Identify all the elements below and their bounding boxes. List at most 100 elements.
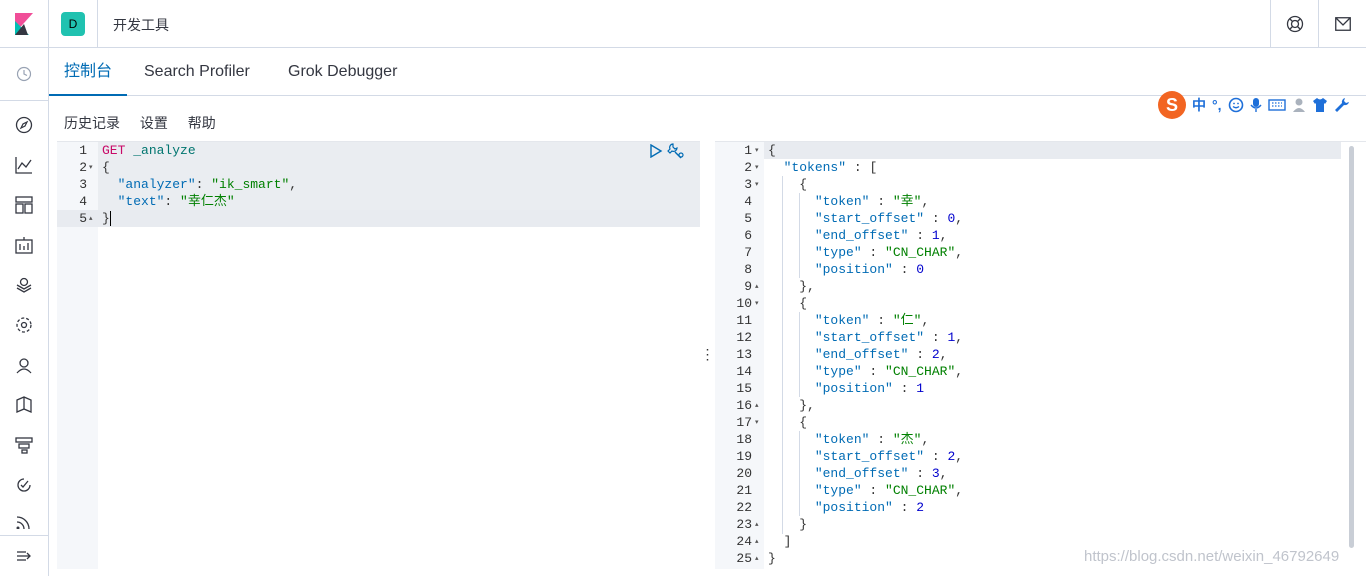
line-number: 2 <box>744 160 752 175</box>
ime-logo[interactable]: S <box>1158 91 1186 119</box>
response-line: ] <box>768 534 792 549</box>
send-request-button[interactable] <box>649 143 663 163</box>
tab-grok-debugger[interactable]: Grok Debugger <box>273 48 412 96</box>
discover-compass-icon[interactable] <box>14 115 34 135</box>
request-line-3: "analyzer": "ik_smart", <box>117 177 298 192</box>
line-number: 2 <box>79 160 87 175</box>
pane-resizer[interactable]: ⋮ <box>700 141 715 568</box>
apm-icon[interactable] <box>14 435 34 455</box>
request-actions-button[interactable] <box>667 143 685 164</box>
fold-toggle-open-icon[interactable]: ▾ <box>755 295 759 312</box>
fold-toggle-open-icon[interactable]: ▾ <box>755 176 759 193</box>
response-line: "end_offset" : 3, <box>814 466 948 481</box>
line-number: 15 <box>736 381 752 396</box>
line-number: 3 <box>79 177 87 192</box>
kibana-logo[interactable] <box>0 0 49 48</box>
smiley-icon[interactable] <box>1228 97 1244 113</box>
tab-console[interactable]: 控制台 <box>49 48 128 96</box>
line-number: 9 <box>744 279 752 294</box>
request-path: _analyze <box>133 143 196 158</box>
response-code: { "tokens" : [ { "token" : "幸", "start_o… <box>764 142 1366 569</box>
line-number: 6 <box>744 228 752 243</box>
request-code[interactable]: GET _analyze { "analyzer": "ik_smart", "… <box>98 142 700 569</box>
ime-punctuation-toggle[interactable]: °, <box>1212 97 1222 113</box>
request-editor[interactable]: 1 2 ▾ 3 4 5 ▴ GET _analyze { "analyzer": "ik_s… <box>57 141 700 569</box>
line-number: 8 <box>744 262 752 277</box>
response-line: "start_offset" : 0, <box>814 211 964 226</box>
response-scrollbar[interactable] <box>1349 146 1354 548</box>
watermark-text: https://blog.csdn.net/weixin_46792649 <box>1084 548 1340 565</box>
keyboard-icon[interactable] <box>1267 98 1286 112</box>
newsfeed-button[interactable] <box>1318 0 1366 48</box>
response-line: "end_offset" : 2, <box>814 347 948 362</box>
fold-toggle-closed-icon[interactable]: ▴ <box>755 516 759 533</box>
line-number: 12 <box>736 330 752 345</box>
line-number: 22 <box>736 500 752 515</box>
response-line: "tokens" : [ <box>783 160 878 175</box>
ime-language-toggle[interactable]: 中 <box>1192 95 1206 115</box>
json-string: "ik_smart" <box>211 177 290 192</box>
fold-toggle-closed-icon[interactable]: ▴ <box>89 210 93 227</box>
history-link[interactable]: 历史记录 <box>64 115 120 131</box>
response-line: "token" : "幸", <box>814 194 930 209</box>
line-number: 5 <box>744 211 752 226</box>
nav-divider <box>0 535 49 536</box>
fold-toggle-closed-icon[interactable]: ▴ <box>755 397 759 414</box>
line-number: 4 <box>744 194 752 209</box>
line-number: 17 <box>736 415 752 430</box>
fold-toggle-closed-icon[interactable]: ▴ <box>755 278 759 295</box>
request-line-2: { <box>102 160 110 175</box>
play-icon <box>650 143 663 159</box>
line-number: 25 <box>736 551 752 566</box>
line-number: 3 <box>744 177 752 192</box>
tab-search-profiler[interactable]: Search Profiler <box>129 48 265 96</box>
line-number: 10 <box>736 296 752 311</box>
header-divider <box>97 0 98 48</box>
response-line: }, <box>768 398 815 413</box>
microphone-icon[interactable] <box>1249 97 1262 113</box>
line-number: 23 <box>736 517 752 532</box>
response-line: } <box>768 517 808 532</box>
siem-signal-icon[interactable] <box>14 515 34 529</box>
skin-shirt-icon[interactable] <box>1312 97 1328 113</box>
dashboard-icon[interactable] <box>14 195 34 215</box>
fold-toggle-open-icon[interactable]: ▾ <box>755 159 759 176</box>
space-avatar[interactable]: D <box>61 12 85 36</box>
help-link[interactable]: 帮助 <box>188 115 216 131</box>
response-line: "position" : 1 <box>814 381 925 396</box>
user-icon[interactable] <box>1292 97 1306 113</box>
fold-toggle-open-icon[interactable]: ▾ <box>89 159 93 176</box>
wrench-icon[interactable] <box>1334 97 1350 113</box>
response-line: "position" : 2 <box>814 500 925 515</box>
request-method: GET <box>102 143 126 158</box>
logs-icon[interactable] <box>14 395 34 415</box>
machine-learning-icon[interactable] <box>14 315 34 335</box>
console-menu: 历史记录 设置 帮助 <box>64 113 232 133</box>
fold-toggle-closed-icon[interactable]: ▴ <box>755 550 759 567</box>
json-key: "analyzer" <box>117 177 196 192</box>
response-line: "start_offset" : 2, <box>814 449 964 464</box>
wrench-icon <box>667 143 684 159</box>
text-cursor <box>109 211 111 227</box>
line-number: 18 <box>736 432 752 447</box>
response-line: "end_offset" : 1, <box>814 228 948 243</box>
request-line-1: GET _analyze <box>102 142 196 159</box>
help-menu-button[interactable] <box>1270 0 1318 48</box>
visualize-chart-icon[interactable] <box>14 155 34 175</box>
infrastructure-icon[interactable] <box>14 355 34 375</box>
uptime-icon[interactable] <box>14 475 34 495</box>
recently-viewed-clock-icon[interactable] <box>14 64 34 84</box>
collapse-nav-icon[interactable] <box>14 546 34 566</box>
fold-toggle-open-icon[interactable]: ▾ <box>755 414 759 431</box>
fold-toggle-open-icon[interactable]: ▾ <box>755 142 759 159</box>
breadcrumb-app-title: 开发工具 <box>113 17 169 33</box>
canvas-icon[interactable] <box>14 235 34 255</box>
line-number: 13 <box>736 347 752 362</box>
settings-link[interactable]: 设置 <box>140 115 168 131</box>
fold-toggle-closed-icon[interactable]: ▴ <box>755 533 759 550</box>
response-line: "type" : "CN_CHAR", <box>814 245 964 260</box>
devtools-tabs: 控制台 Search Profiler Grok Debugger <box>49 48 1366 96</box>
line-number: 11 <box>736 313 752 328</box>
maps-icon[interactable] <box>14 275 34 295</box>
response-line: "start_offset" : 1, <box>814 330 964 345</box>
